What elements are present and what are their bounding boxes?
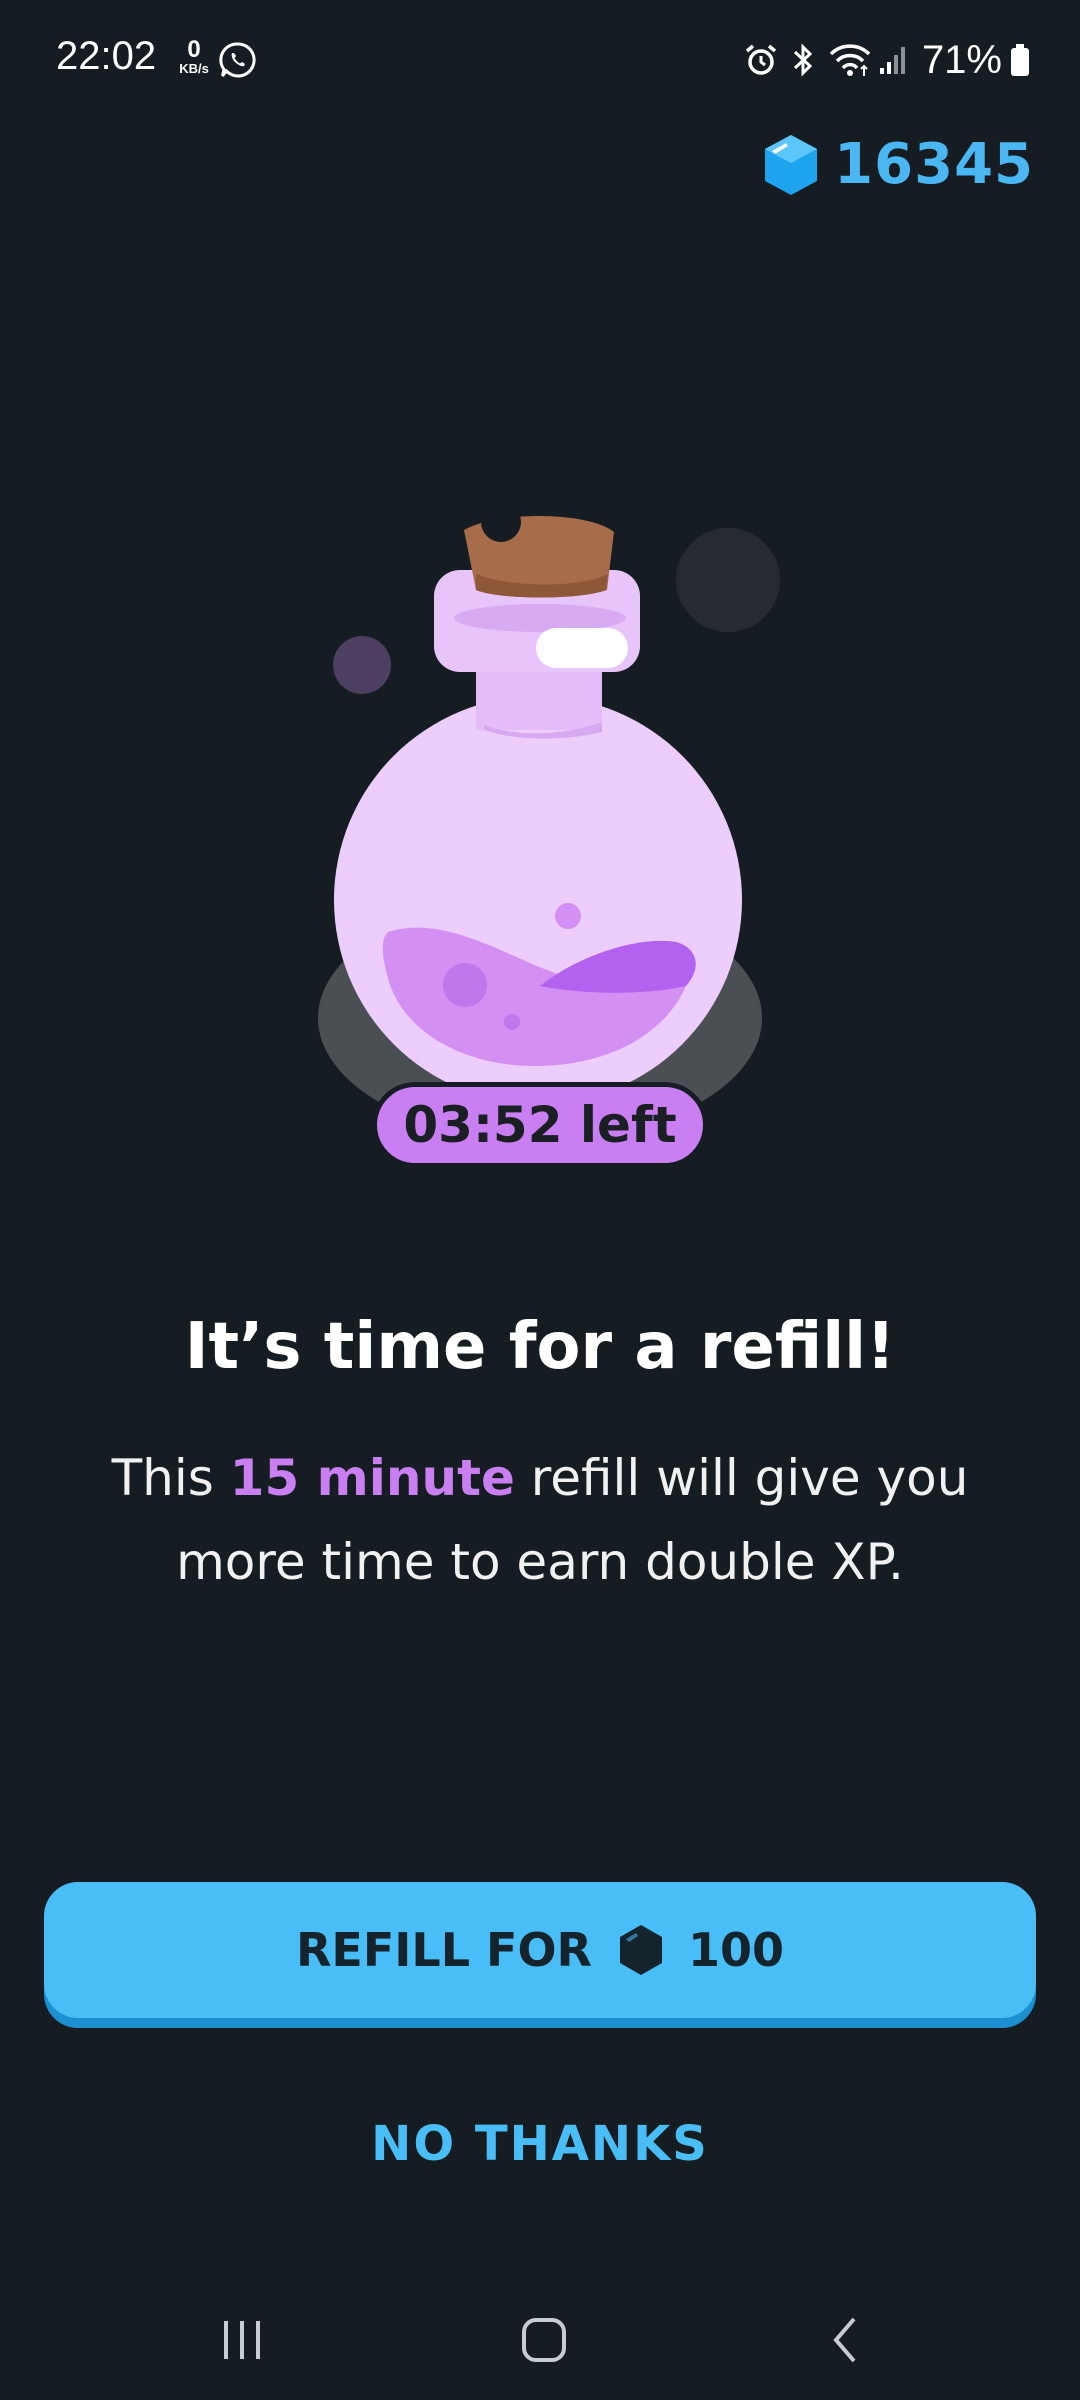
refill-description: This 15 minute refill will give you more… (40, 1436, 1040, 1604)
wifi-icon (829, 44, 871, 76)
flask-shine (536, 628, 628, 668)
potion-illustration (318, 502, 780, 1140)
home-icon (522, 2318, 566, 2362)
back-button[interactable] (786, 2302, 906, 2378)
signal-icon (879, 47, 905, 74)
network-speed-value: 0 (187, 36, 201, 63)
status-time: 22:02 (56, 34, 157, 78)
gems-count: 16345 (834, 132, 1034, 197)
refill-button[interactable]: REFILL FOR 100 (44, 1882, 1036, 2018)
recents-button[interactable] (182, 2302, 302, 2378)
refill-button-label: REFILL FOR (296, 1923, 592, 1977)
network-speed: 0 KB/s (174, 38, 214, 76)
status-bar: 22:02 0 KB/s 71% (0, 0, 1080, 120)
recents-icon (224, 2321, 260, 2359)
alarm-icon (745, 44, 777, 75)
description-text-before: This (111, 1449, 230, 1507)
bluetooth-icon (793, 43, 813, 77)
battery-icon (1011, 44, 1029, 76)
navigation-bar (0, 2280, 1080, 2400)
gem-icon (765, 134, 818, 195)
decor-bubble-right (676, 528, 780, 632)
home-button[interactable] (484, 2302, 604, 2378)
network-speed-unit: KB/s (179, 61, 209, 76)
refill-cost: 100 (687, 1923, 784, 1977)
gems-counter[interactable]: 16345 (762, 132, 1034, 197)
timer-badge: 03:52 left (372, 1082, 708, 1168)
back-icon (833, 2317, 856, 2363)
page-title: It’s time for a refill! (184, 1310, 896, 1384)
gem-icon (619, 1925, 662, 1975)
description-highlight: 15 minute (229, 1449, 515, 1507)
status-icons: 71% (744, 36, 1030, 84)
refill-screen: 22:02 0 KB/s 71% 16345 03:52 left It’s t… (0, 0, 1080, 2400)
battery-percent: 71% (921, 37, 1002, 82)
whatsapp-icon (219, 42, 256, 78)
decor-bubble-left (333, 636, 391, 694)
no-thanks-button[interactable]: NO THANKS (290, 2104, 790, 2184)
